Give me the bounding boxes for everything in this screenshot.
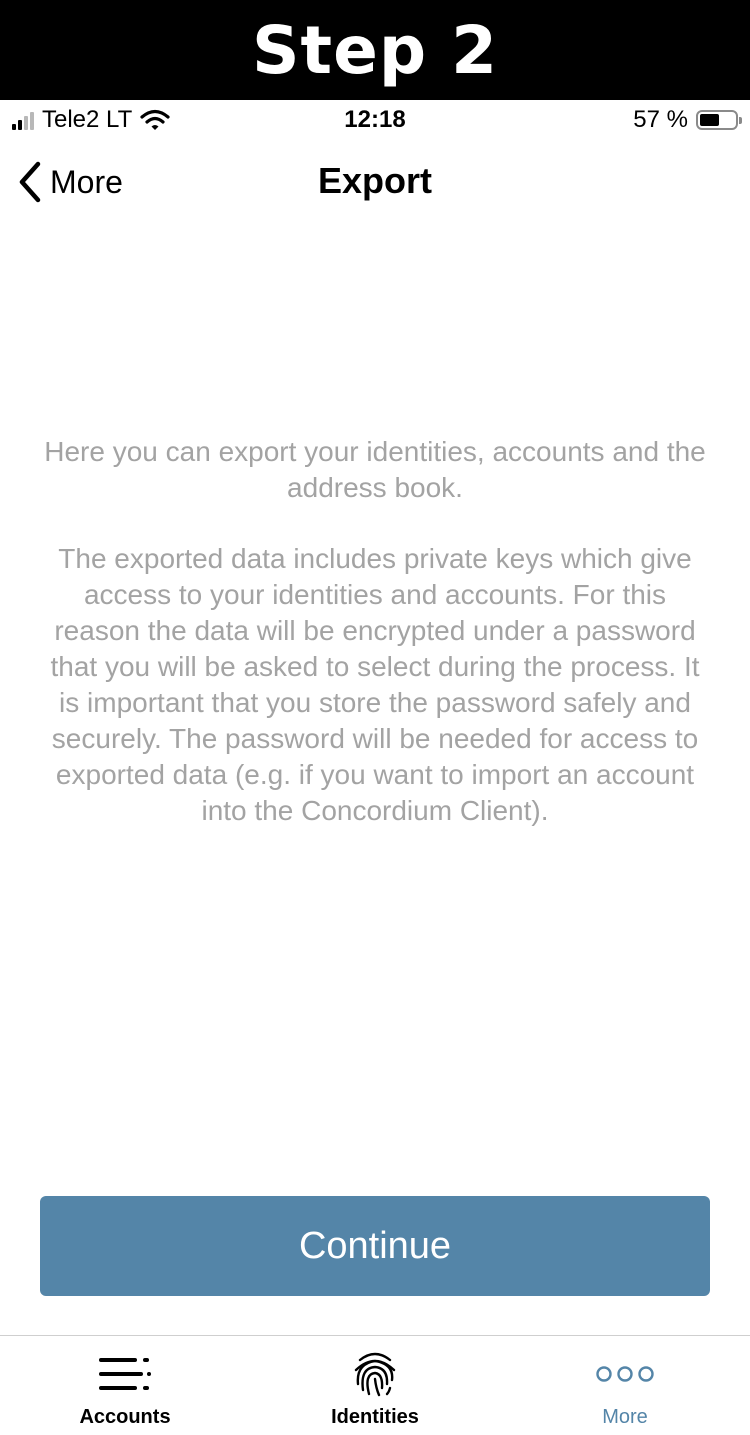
status-bar-right: 57 % — [633, 106, 742, 134]
fingerprint-icon — [354, 1352, 396, 1397]
step-banner: Step 2 — [0, 0, 750, 100]
tab-more[interactable]: More — [500, 1336, 750, 1435]
tab-accounts-label: Accounts — [79, 1406, 171, 1428]
more-dots-icon — [596, 1366, 654, 1382]
export-description: Here you can export your identities, acc… — [40, 434, 710, 829]
tab-bar: Accounts Identities More — [0, 1335, 750, 1435]
battery-level-fill — [700, 114, 719, 126]
battery-nub — [739, 117, 742, 124]
battery-percentage: 57 % — [633, 106, 688, 133]
status-bar: Tele2 LT 12:18 57 % — [0, 100, 750, 142]
battery-icon — [696, 110, 742, 130]
tab-more-label: More — [602, 1406, 648, 1428]
navigation-bar: More Export — [0, 142, 750, 230]
security-paragraph: The exported data includes private keys … — [50, 543, 700, 826]
tab-accounts[interactable]: Accounts — [0, 1336, 250, 1435]
continue-button[interactable]: Continue — [40, 1196, 710, 1296]
step-banner-text: Step 2 — [252, 11, 498, 89]
accounts-list-icon — [99, 1358, 151, 1390]
intro-paragraph: Here you can export your identities, acc… — [44, 436, 706, 503]
page-title: Export — [317, 160, 432, 201]
tab-identities-label: Identities — [331, 1406, 419, 1428]
tab-identities[interactable]: Identities — [250, 1336, 500, 1435]
